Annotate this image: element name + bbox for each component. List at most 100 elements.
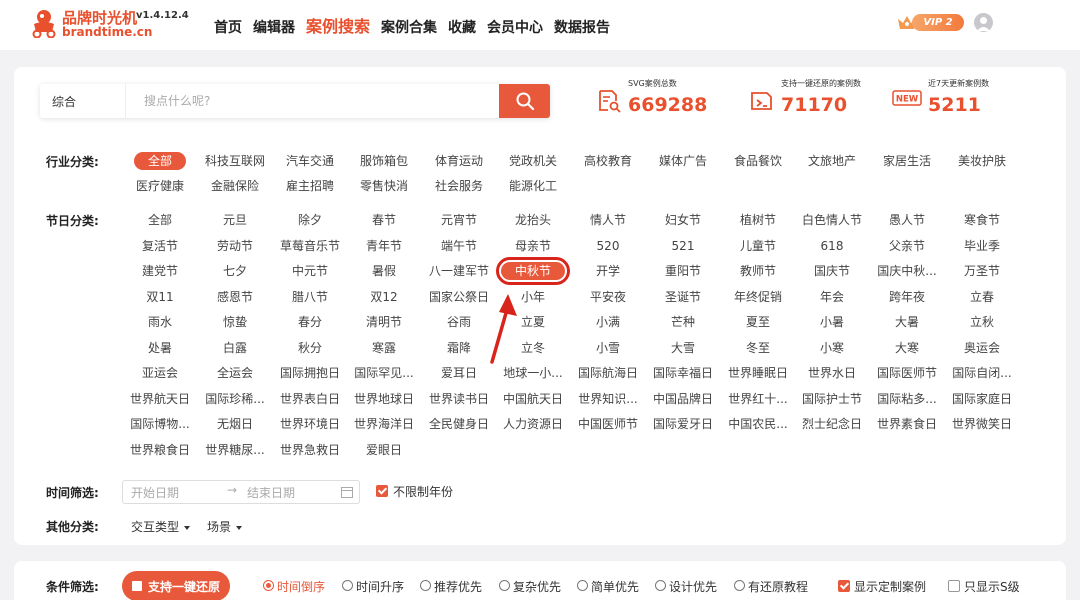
holiday-tag[interactable]: 国际自闭... [952,364,1011,382]
holiday-tag[interactable]: 大寒 [895,339,919,357]
holiday-tag[interactable]: 情人节 [590,211,626,229]
holiday-tag[interactable]: 521 [672,237,695,255]
holiday-tag[interactable]: 春分 [298,313,322,331]
holiday-tag[interactable]: 元宵节 [441,211,477,229]
holiday-tag[interactable]: 寒露 [372,339,396,357]
industry-tag[interactable]: 文旅地产 [808,152,856,170]
holiday-tag[interactable]: 国际爱牙日 [653,415,713,433]
end-date-field[interactable]: 结束日期 [247,484,295,501]
sort-radio[interactable] [499,580,510,591]
holiday-tag[interactable]: 中国医师节 [578,415,638,433]
holiday-tag[interactable]: 国庆中秋... [877,262,936,280]
industry-tag[interactable]: 能源化工 [509,177,557,195]
holiday-tag[interactable]: 小暑 [820,313,844,331]
holiday-tag[interactable]: 国际幸福日 [653,364,713,382]
holiday-tag[interactable]: 人力资源日 [503,415,563,433]
holiday-tag[interactable]: 建党节 [142,262,178,280]
interaction-type-dropdown[interactable]: 交互类型 [131,518,191,535]
holiday-tag[interactable]: 世界环境日 [280,415,340,433]
holiday-tag[interactable]: 世界睡眠日 [728,364,788,382]
industry-tag[interactable]: 媒体广告 [659,152,707,170]
holiday-tag[interactable]: 教师节 [740,262,776,280]
start-date-field[interactable]: 开始日期 [131,484,179,501]
holiday-tag[interactable]: 秋分 [298,339,322,357]
holiday-tag[interactable]: 春节 [372,211,396,229]
nav-item[interactable]: 收藏 [448,17,476,37]
holiday-tag[interactable]: 世界水日 [808,364,856,382]
holiday-tag[interactable]: 国际家庭日 [952,390,1012,408]
holiday-tag[interactable]: 植树节 [740,211,776,229]
search-button[interactable] [499,84,550,118]
industry-tag[interactable]: 体育运动 [435,152,483,170]
holiday-tag[interactable]: 八一建军节 [429,262,489,280]
holiday-tag[interactable]: 立夏 [521,313,545,331]
holiday-tag[interactable]: 奥运会 [964,339,1000,357]
holiday-tag[interactable]: 夏至 [746,313,770,331]
industry-tag[interactable]: 服饰箱包 [360,152,408,170]
holiday-tag[interactable]: 世界表白日 [280,390,340,408]
nav-item[interactable]: 首页 [214,17,242,37]
industry-tag[interactable]: 社会服务 [435,177,483,195]
holiday-tag[interactable]: 谷雨 [447,313,471,331]
nav-item[interactable]: 案例合集 [381,17,437,37]
holiday-tag[interactable]: 双11 [146,288,173,306]
holiday-tag[interactable]: 端午节 [441,237,477,255]
holiday-tag[interactable]: 元旦 [223,211,247,229]
holiday-tag[interactable]: 愚人节 [889,211,925,229]
holiday-tag[interactable]: 圣诞节 [665,288,701,306]
holiday-tag[interactable]: 大雪 [671,339,695,357]
holiday-tag[interactable]: 618 [821,237,844,255]
search-input[interactable] [126,84,499,118]
holiday-tag[interactable]: 双12 [370,288,397,306]
sort-radio[interactable] [342,580,353,591]
nav-item[interactable]: 编辑器 [253,17,295,37]
holiday-tag[interactable]: 国家公祭日 [429,288,489,306]
sort-radio[interactable] [577,580,588,591]
holiday-tag[interactable]: 中国航天日 [503,390,563,408]
restore-toggle-button[interactable]: 支持一键还原 [122,571,230,600]
holiday-tag[interactable]: 国际罕见... [354,364,413,382]
vip-badge[interactable]: VIP 2 [896,11,966,33]
holiday-tag[interactable]: 国际医师节 [877,364,937,382]
only-s-level-checkbox[interactable] [948,580,960,592]
holiday-tag[interactable]: 世界素食日 [877,415,937,433]
holiday-tag[interactable]: 雨水 [148,313,172,331]
holiday-tag[interactable]: 世界航天日 [130,390,190,408]
holiday-tag[interactable]: 全部 [148,211,172,229]
holiday-tag[interactable]: 世界红十... [728,390,787,408]
holiday-tag[interactable]: 小雪 [596,339,620,357]
holiday-tag[interactable]: 大暑 [895,313,919,331]
holiday-tag[interactable]: 520 [597,237,620,255]
holiday-tag[interactable]: 国际博物... [130,415,189,433]
nav-item[interactable]: 数据报告 [554,17,610,37]
holiday-tag[interactable]: 爱耳日 [441,364,477,382]
holiday-tag[interactable]: 芒种 [671,313,695,331]
holiday-tag[interactable]: 小寒 [820,339,844,357]
nav-item[interactable]: 会员中心 [487,17,543,37]
holiday-tag[interactable]: 小年 [521,288,545,306]
industry-tag[interactable]: 汽车交通 [286,152,334,170]
holiday-tag[interactable]: 七夕 [223,262,247,280]
holiday-tag[interactable]: 寒食节 [964,211,1000,229]
holiday-tag[interactable]: 复活节 [142,237,178,255]
holiday-tag[interactable]: 立春 [970,288,994,306]
holiday-tag[interactable]: 妇女节 [665,211,701,229]
holiday-tag[interactable]: 全运会 [217,364,253,382]
holiday-tag[interactable]: 重阳节 [665,262,701,280]
holiday-tag[interactable]: 年会 [820,288,844,306]
holiday-tag[interactable]: 冬至 [746,339,770,357]
holiday-tag[interactable]: 国际粘多... [877,390,936,408]
industry-tag[interactable]: 家居生活 [883,152,931,170]
unlimited-year-checkbox[interactable] [376,485,388,497]
holiday-tag[interactable]: 暑假 [372,262,396,280]
holiday-tag[interactable]: 世界急救日 [280,441,340,459]
holiday-tag[interactable]: 世界糖尿... [205,441,264,459]
holiday-tag[interactable]: 母亲节 [515,237,551,255]
holiday-tag[interactable]: 爱眼日 [366,441,402,459]
holiday-tag[interactable]: 无烟日 [217,415,253,433]
holiday-tag[interactable]: 父亲节 [889,237,925,255]
holiday-tag[interactable]: 清明节 [366,313,402,331]
holiday-tag[interactable]: 世界粮食日 [130,441,190,459]
holiday-tag[interactable]: 烈士纪念日 [802,415,862,433]
holiday-tag[interactable]: 中元节 [292,262,328,280]
